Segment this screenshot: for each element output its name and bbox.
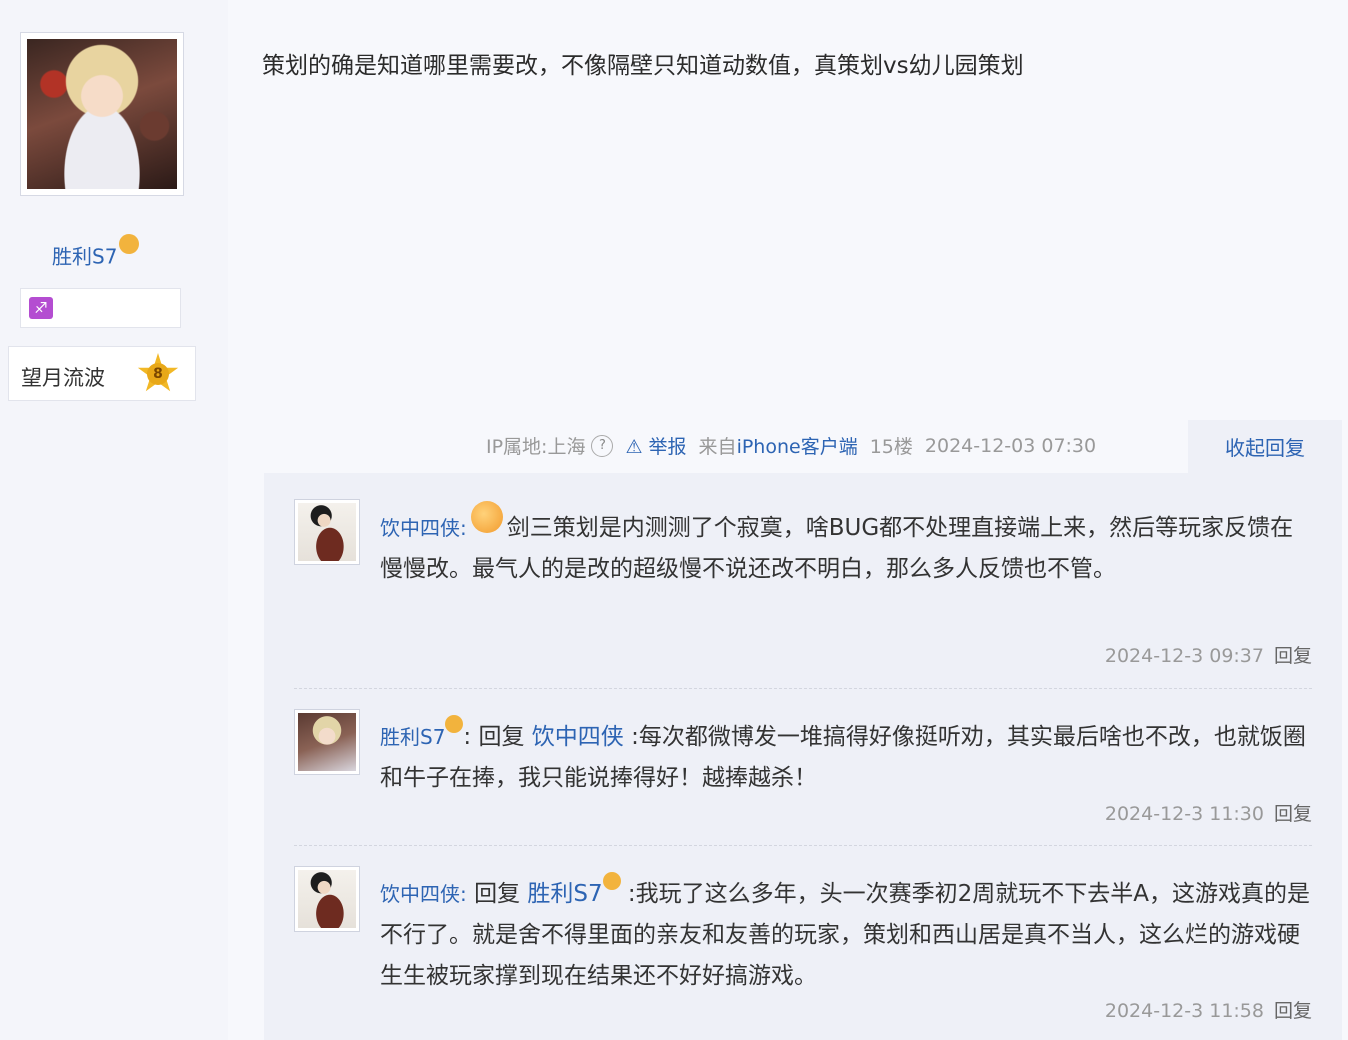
reply-button[interactable]: 回复 <box>1274 1000 1312 1022</box>
badge-box: ♐ <box>20 288 181 328</box>
tiger-badge-icon <box>119 234 140 254</box>
reply-username[interactable]: 饮中四侠: <box>380 882 467 906</box>
level-number: 8 <box>147 363 169 385</box>
level-title: 望月流波 <box>21 366 105 390</box>
reply-word: 回复 <box>474 881 521 907</box>
reply-text: 饮中四侠: 剑三策划是内测测了个寂寞，啥BUG都不处理直接端上来，然后等玩家反馈在… <box>380 501 1314 590</box>
floor-number: 15楼 <box>869 436 913 458</box>
sagittarius-icon[interactable]: ♐ <box>29 297 53 319</box>
tiger-badge-icon <box>602 872 621 891</box>
reply-avatar[interactable] <box>294 709 360 775</box>
reply-avatar[interactable] <box>294 866 360 932</box>
collapse-replies-button[interactable]: 收起回复 <box>1188 420 1342 474</box>
reply-text: 胜利S7: 回复 饮中四侠 :每次都微博发一堆搞得好像挺听劝，其实最后啥也不改，… <box>380 715 1314 799</box>
grin-emoji-icon <box>470 501 503 533</box>
level-box[interactable]: 望月流波 8 <box>8 346 196 401</box>
reply-footer: 2024-12-3 11:58 回复 <box>1105 996 1312 1023</box>
post-content: 策划的确是知道哪里需要改，不像隔壁只知道动数值，真策划vs幼儿园策划 <box>262 53 1024 79</box>
author-name[interactable]: 胜利S7 <box>52 234 140 270</box>
post-meta: IP属地:上海 ? ⚠ 举报 来自iPhone客户端 15楼 2024-12-0… <box>486 432 1096 459</box>
reply-body: :我玩了这么多年，头一次赛季初2周就玩不下去半A，这游戏真的是不行了。就是舍不得… <box>380 881 1311 989</box>
client-link[interactable]: iPhone客户端 <box>737 436 858 458</box>
reply-button[interactable]: 回复 <box>1274 645 1312 667</box>
reply-username[interactable]: 饮中四侠: <box>380 516 467 540</box>
reply-divider <box>294 688 1312 689</box>
reply-username[interactable]: 胜利S7 <box>380 725 445 749</box>
post-time: 2024-12-03 07:30 <box>924 434 1097 457</box>
client-source: 来自iPhone客户端 <box>698 436 858 458</box>
reply-text: 饮中四侠: 回复 胜利S7 :我玩了这么多年，头一次赛季初2周就玩不下去半A，这… <box>380 872 1314 997</box>
author-avatar[interactable] <box>20 32 184 196</box>
reply-body: 剑三策划是内测测了个寂寞，啥BUG都不处理直接端上来，然后等玩家反馈在慢慢改。最… <box>380 515 1294 582</box>
reply-footer: 2024-12-3 11:30 回复 <box>1105 799 1312 826</box>
tiger-badge-icon <box>445 715 464 734</box>
ip-location: IP属地:上海 <box>486 436 586 458</box>
reply-list: 饮中四侠: 剑三策划是内测测了个寂寞，啥BUG都不处理直接端上来，然后等玩家反馈在… <box>264 473 1342 1040</box>
reply-time: 2024-12-3 11:58 <box>1104 1000 1264 1022</box>
reply-footer: 2024-12-3 09:37 回复 <box>1105 641 1312 668</box>
reply-button[interactable]: 回复 <box>1274 803 1312 825</box>
author-panel: 胜利S7 ♐ 望月流波 8 <box>0 0 228 1040</box>
reply-target-user[interactable]: 饮中四侠 <box>532 724 624 750</box>
reply-target-user[interactable]: 胜利S7 <box>527 881 602 907</box>
reply-time: 2024-12-3 09:37 <box>1104 645 1264 667</box>
reply-word: 回复 <box>478 724 525 750</box>
reply-divider <box>294 845 1312 846</box>
reply-avatar[interactable] <box>294 499 360 565</box>
reply-time: 2024-12-3 11:30 <box>1104 803 1264 825</box>
help-icon[interactable]: ? <box>591 434 614 457</box>
report-link[interactable]: ⚠ 举报 <box>625 432 686 459</box>
